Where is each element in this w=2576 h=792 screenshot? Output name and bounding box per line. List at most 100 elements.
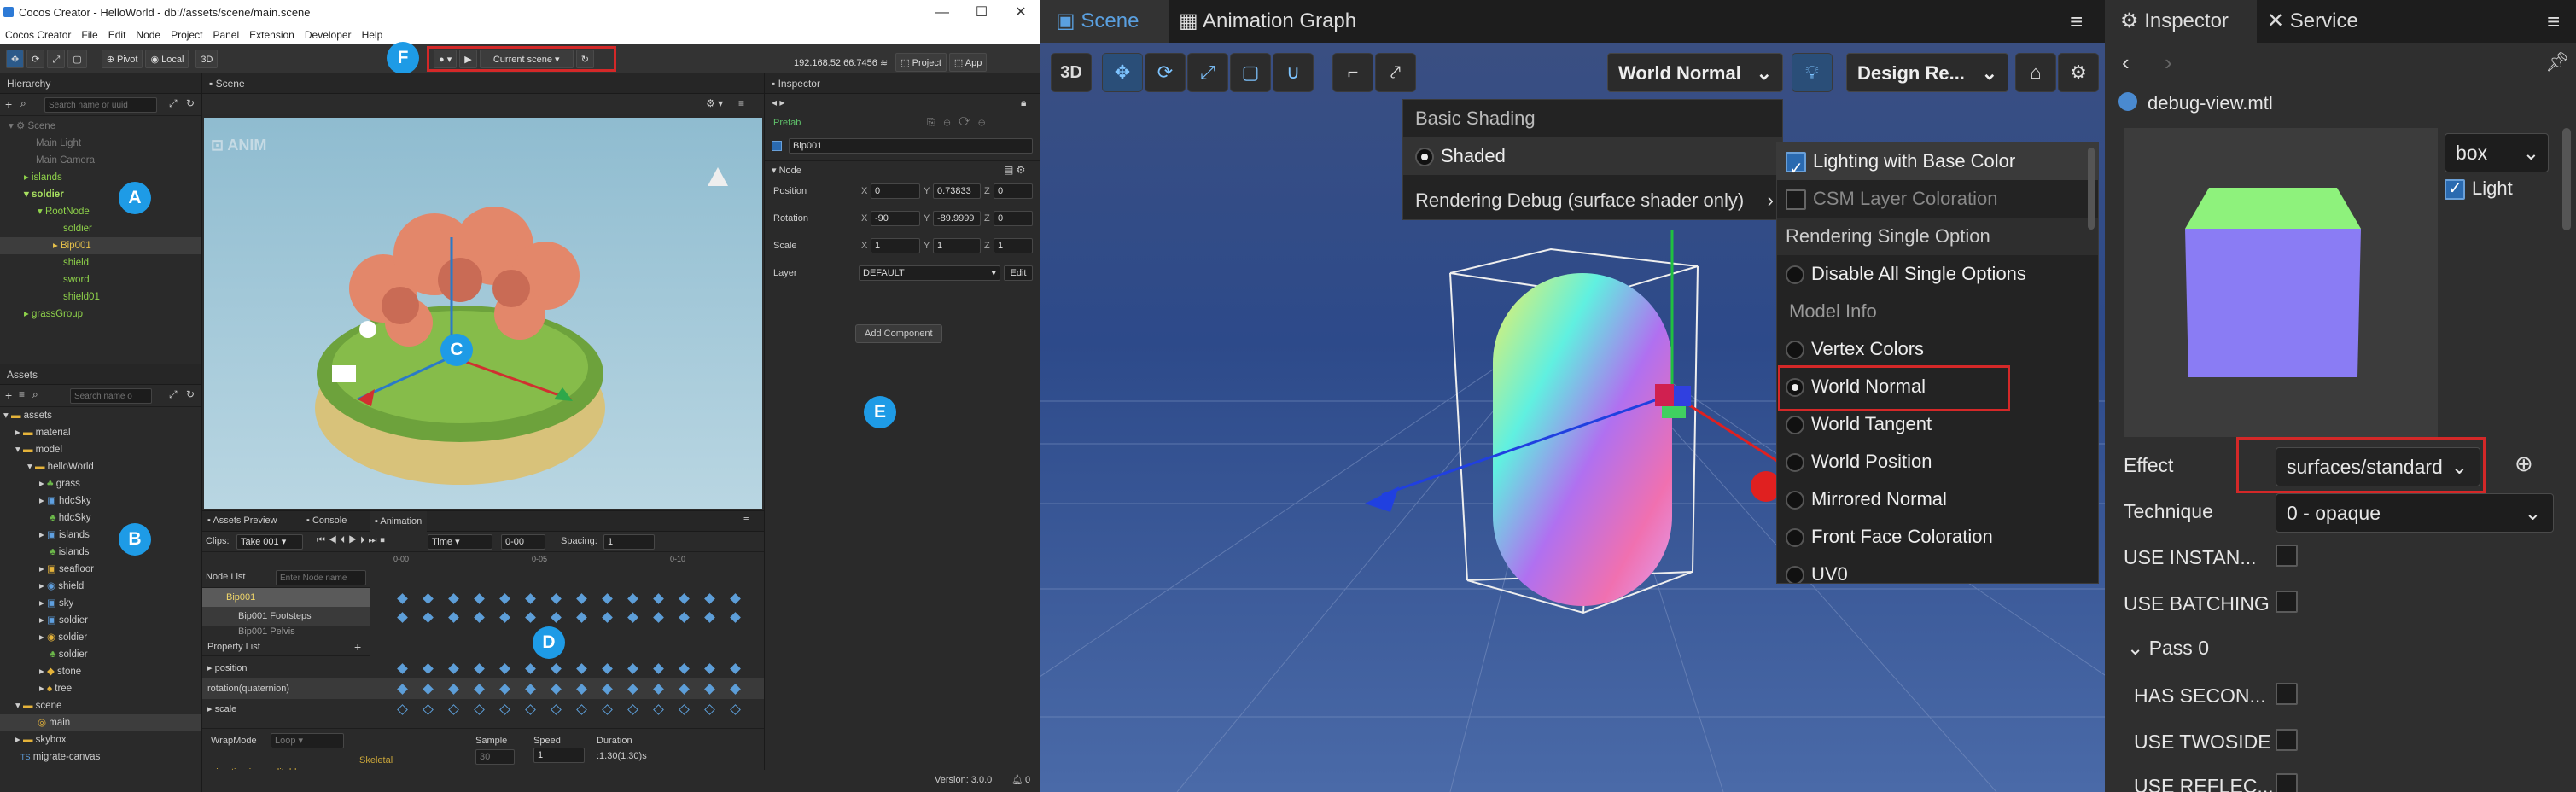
asset-hdcsky-2[interactable]: ♣ hdcSky	[0, 510, 201, 527]
menu-developer[interactable]: Developer	[300, 26, 357, 41]
keyframe[interactable]	[602, 663, 613, 674]
refresh-icon[interactable]: ↻	[186, 388, 195, 400]
node-settings-icon[interactable]: ▤ ⚙	[1004, 164, 1025, 176]
node-name-field[interactable]: Bip001	[789, 138, 1033, 154]
back-icon[interactable]: ◂ ▸	[772, 96, 784, 108]
menu-panel[interactable]: Panel	[207, 26, 244, 41]
keyframe[interactable]	[730, 593, 741, 604]
assets-tab[interactable]: Assets	[0, 364, 201, 385]
keyframe[interactable]	[474, 663, 485, 674]
keyframe[interactable]	[499, 684, 510, 695]
rotation-y-field[interactable]: -89.9999	[933, 211, 981, 226]
keyframe[interactable]	[704, 663, 715, 674]
technique-select[interactable]: 0 - opaque ⌄	[2276, 493, 2554, 533]
keyframe[interactable]	[397, 704, 408, 715]
keyframe[interactable]	[474, 593, 485, 604]
minimize-button[interactable]: —	[923, 0, 962, 26]
preview-mesh-select[interactable]: box ⌄	[2445, 133, 2549, 172]
keyframe[interactable]	[730, 704, 741, 715]
speed-field[interactable]: 1	[533, 748, 585, 763]
keyframe[interactable]	[627, 593, 638, 604]
hierarchy-search-input[interactable]	[44, 97, 157, 113]
keyframe[interactable]	[423, 593, 434, 604]
position-z-field[interactable]: 0	[994, 183, 1033, 199]
keyframe[interactable]	[525, 684, 536, 695]
scale-x-field[interactable]: 1	[871, 238, 920, 253]
tab-scene[interactable]: ▣ Scene	[1040, 0, 1169, 43]
menu-node[interactable]: Node	[131, 26, 166, 41]
inspector-tab[interactable]: ▪ Inspector	[765, 73, 1040, 94]
pass-0-header[interactable]: ⌄ Pass 0	[2127, 637, 2209, 660]
asset-soldier-2[interactable]: ▸ ◉ soldier	[0, 629, 201, 646]
shaded-option[interactable]: Shaded	[1403, 137, 1782, 175]
project-button[interactable]: ⬚ Project	[895, 53, 947, 72]
menu-edit[interactable]: Edit	[103, 26, 131, 41]
keyframe[interactable]	[448, 704, 459, 715]
keyframe[interactable]	[627, 612, 638, 623]
pin-icon[interactable]: 📌︎	[2545, 51, 2569, 73]
keyframe[interactable]	[474, 684, 485, 695]
keyframe[interactable]	[525, 663, 536, 674]
keyframe[interactable]	[679, 593, 690, 604]
world-position-option[interactable]: World Position	[1777, 443, 2098, 480]
keyframe[interactable]	[448, 593, 459, 604]
pivot-button[interactable]: ⊕ Pivot	[101, 50, 143, 68]
asset-folder-scene[interactable]: ▾ ▬ scene	[0, 697, 201, 714]
camera-icon[interactable]: ⌂	[2015, 53, 2056, 92]
keyframe[interactable]	[730, 612, 741, 623]
keyframe[interactable]	[704, 593, 715, 604]
keyframe[interactable]	[525, 704, 536, 715]
scene-settings-icon[interactable]: ⚙ ▾	[706, 97, 723, 109]
3d-mode-button[interactable]: 3D	[1051, 53, 1092, 92]
snap-tool-icon[interactable]: ∪	[1273, 53, 1314, 92]
refresh-icon[interactable]: ↻	[186, 97, 195, 109]
rotate-tool-icon[interactable]: ⟳	[26, 50, 45, 68]
keyframe[interactable]	[627, 684, 638, 695]
expand-icon[interactable]: ⤢	[169, 97, 178, 110]
asset-folder-assets[interactable]: ▾ ▬ assets	[0, 407, 201, 424]
app-button[interactable]: ⬚ App	[948, 53, 988, 72]
add-asset-icon[interactable]: +	[5, 388, 12, 402]
locate-icon[interactable]: ⊕	[2515, 451, 2533, 477]
node-section-header[interactable]: ▾ Node	[772, 165, 801, 176]
keyframe[interactable]	[653, 593, 664, 604]
asset-folder-helloworld[interactable]: ▾ ▬ helloWorld	[0, 458, 201, 475]
keyframe[interactable]	[551, 663, 562, 674]
scale-y-field[interactable]: 1	[933, 238, 981, 253]
forward-arrow-icon[interactable]: ›	[2165, 50, 2172, 76]
keyframe[interactable]	[704, 704, 715, 715]
keyframe[interactable]	[679, 684, 690, 695]
tree-item-scene[interactable]: ▾ ⚙ Scene	[0, 118, 201, 135]
scene-viewport[interactable]	[204, 118, 762, 509]
keyframe[interactable]	[499, 663, 510, 674]
keyframe[interactable]	[448, 612, 459, 623]
asset-soldier-3[interactable]: ♣ soldier	[0, 646, 201, 663]
keyframe[interactable]	[679, 663, 690, 674]
shading-mode-dropdown[interactable]: World Normal ⌄	[1607, 53, 1783, 92]
menu-cocos-creator[interactable]: Cocos Creator	[0, 26, 76, 41]
menu-project[interactable]: Project	[166, 26, 207, 41]
asset-seafloor[interactable]: ▸ ▣ seafloor	[0, 561, 201, 578]
keyframe[interactable]	[576, 593, 587, 604]
has-second-checkbox[interactable]	[2276, 683, 2298, 705]
asset-main-scene[interactable]: ◎ main	[0, 714, 201, 731]
asset-tree[interactable]: ▸ ♠ tree	[0, 680, 201, 697]
use-instancing-checkbox[interactable]	[2276, 544, 2298, 567]
keyframe[interactable]	[499, 612, 510, 623]
lighting-base-option[interactable]: Lighting with Base Color	[1777, 143, 2098, 188]
keyframe[interactable]	[602, 704, 613, 715]
panel-menu-icon[interactable]: ≡	[2547, 0, 2560, 43]
keyframe[interactable]	[423, 663, 434, 674]
search-icon[interactable]: ⌕	[20, 97, 26, 110]
add-component-button[interactable]: Add Component	[855, 324, 942, 343]
keyframe[interactable]	[423, 612, 434, 623]
layer-edit-button[interactable]: Edit	[1004, 265, 1033, 281]
keyframe[interactable]	[730, 684, 741, 695]
asset-stone[interactable]: ▸ ◆ stone	[0, 663, 201, 680]
sample-field[interactable]: 30	[475, 749, 515, 765]
maximize-button[interactable]: ☐	[962, 0, 1001, 26]
uv0-option[interactable]: UV0	[1777, 556, 2098, 583]
tab-inspector[interactable]: ⚙ Inspector	[2105, 0, 2257, 43]
keyframe[interactable]	[704, 684, 715, 695]
tab-service[interactable]: ✕ Service	[2267, 0, 2358, 43]
